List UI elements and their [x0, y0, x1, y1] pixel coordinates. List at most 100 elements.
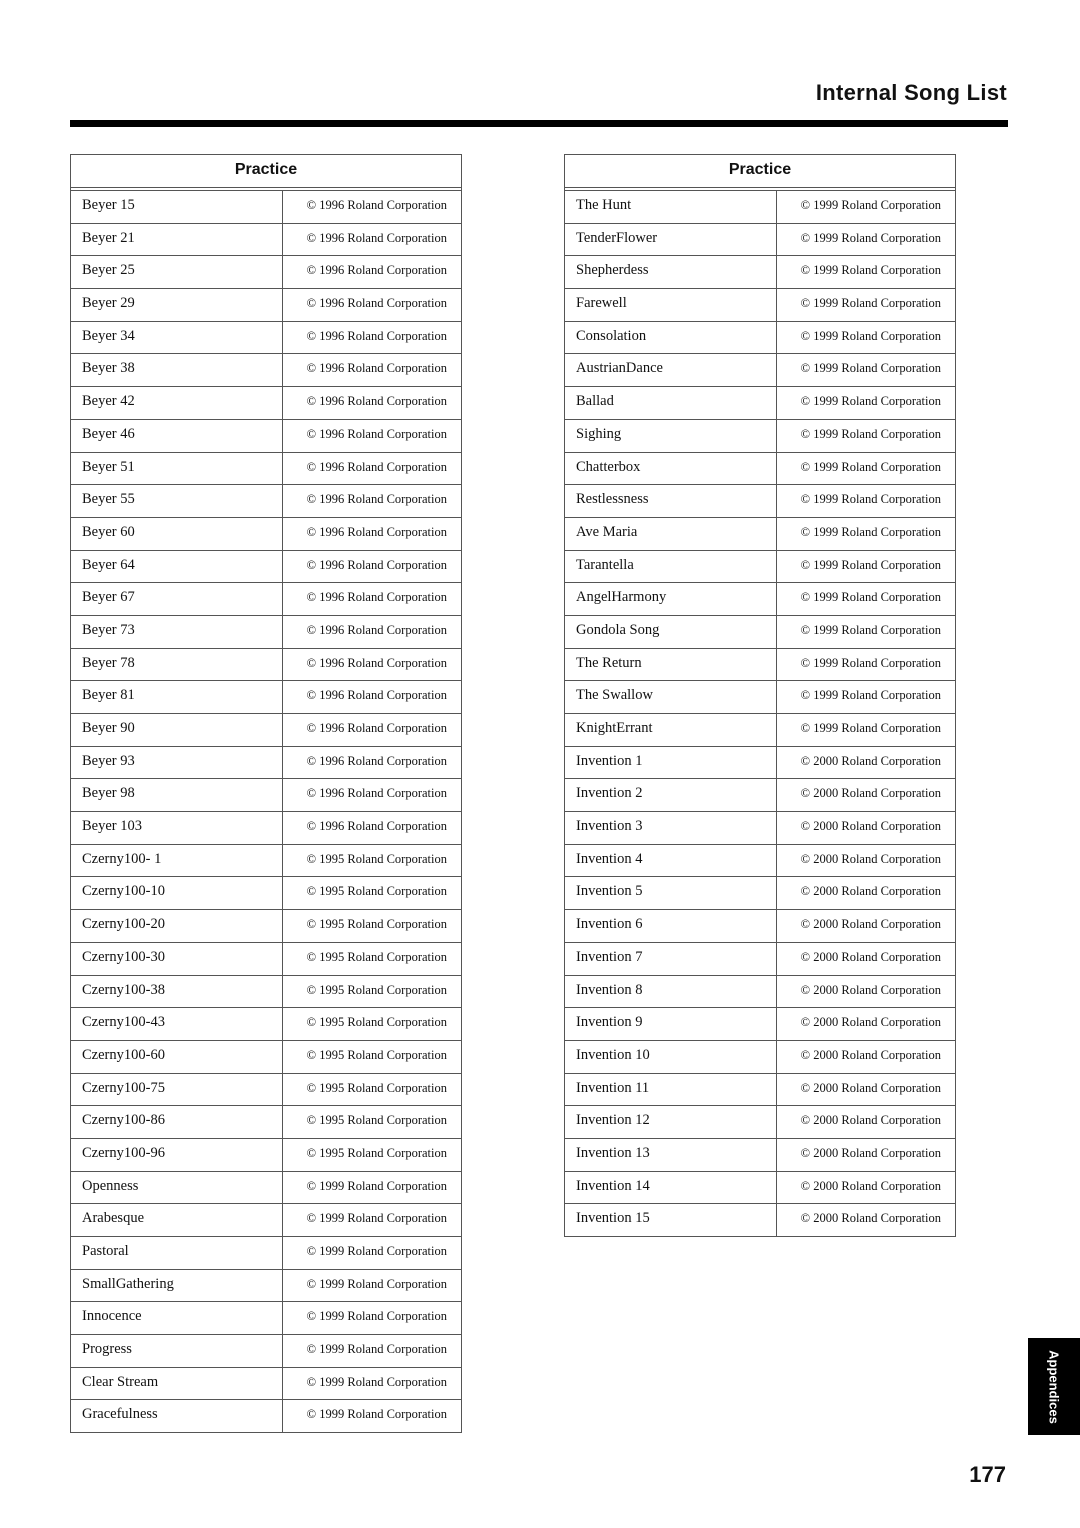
copyright: © 1999 Roland Corporation — [306, 1342, 447, 1357]
table-row: Beyer 60 © 1996 Roland Corporation — [71, 517, 461, 551]
song-name: Invention 8 — [565, 975, 777, 1008]
table-row: Sighing © 1999 Roland Corporation — [565, 419, 955, 453]
table-row: Czerny100-96 © 1995 Roland Corporation — [71, 1138, 461, 1172]
song-name: Invention 7 — [565, 942, 777, 975]
song-name: Invention 6 — [565, 910, 777, 942]
copyright: © 1999 Roland Corporation — [800, 426, 941, 441]
song-name: The Return — [565, 648, 777, 681]
song-table-right: Practice The Hunt © 1999 Roland Corporati… — [564, 154, 956, 1237]
table-row: Czerny100-10 © 1995 Roland Corporation — [71, 877, 461, 911]
table-row: Invention 8 © 2000 Roland Corporation — [565, 975, 955, 1009]
song-name: Sighing — [565, 419, 777, 452]
copyright: © 1995 Roland Corporation — [306, 949, 447, 964]
song-name: Ave Maria — [565, 517, 777, 550]
copyright: © 1995 Roland Corporation — [306, 1047, 447, 1062]
table-row: Gracefulness © 1999 Roland Corporation — [71, 1400, 461, 1434]
copyright: © 1999 Roland Corporation — [800, 296, 941, 311]
table-row: Beyer 103 © 1996 Roland Corporation — [71, 812, 461, 845]
page-title: Internal Song List — [815, 80, 1007, 105]
table-row: Invention 1 © 2000 Roland Corporation — [565, 746, 955, 780]
copyright: © 1999 Roland Corporation — [800, 230, 941, 245]
table-row: Beyer 21 © 1996 Roland Corporation — [71, 223, 461, 257]
table-row: Czerny100-38 © 1995 Roland Corporation — [71, 975, 461, 1009]
table-row: Invention 3 © 2000 Roland Corporation — [565, 812, 955, 845]
copyright: © 1999 Roland Corporation — [800, 492, 941, 507]
copyright: © 2000 Roland Corporation — [800, 1211, 941, 1226]
copyright: © 1999 Roland Corporation — [306, 1276, 447, 1291]
table-row: Beyer 67 © 1996 Roland Corporation — [71, 583, 461, 616]
copyright: © 1995 Roland Corporation — [306, 851, 447, 866]
copyright: © 1999 Roland Corporation — [800, 198, 941, 212]
song-name: Beyer 103 — [71, 812, 283, 844]
copyright: © 1996 Roland Corporation — [306, 263, 447, 278]
copyright: © 2000 Roland Corporation — [800, 982, 941, 997]
song-name: Beyer 64 — [71, 550, 283, 583]
copyright: © 1996 Roland Corporation — [306, 655, 447, 670]
table-row: Czerny100-60 © 1995 Roland Corporation — [71, 1040, 461, 1074]
copyright: © 2000 Roland Corporation — [800, 851, 941, 866]
song-name: Beyer 38 — [71, 354, 283, 387]
table-row: Czerny100-43 © 1995 Roland Corporation — [71, 1008, 461, 1041]
copyright: © 2000 Roland Corporation — [800, 819, 941, 834]
table-row: The Hunt © 1999 Roland Corporation — [565, 191, 955, 224]
table-row: Invention 7 © 2000 Roland Corporation — [565, 942, 955, 976]
song-name: Gondola Song — [565, 615, 777, 648]
song-name: Restlessness — [565, 485, 777, 517]
table-row: Shepherdess © 1999 Roland Corporation — [565, 256, 955, 290]
song-name: Beyer 21 — [71, 223, 283, 256]
copyright: © 2000 Roland Corporation — [800, 884, 941, 899]
copyright: © 2000 Roland Corporation — [800, 753, 941, 768]
table-row: Progress © 1999 Roland Corporation — [71, 1335, 461, 1368]
copyright: © 1996 Roland Corporation — [306, 459, 447, 474]
copyright: © 1995 Roland Corporation — [306, 1015, 447, 1030]
table-row: Beyer 78 © 1996 Roland Corporation — [71, 648, 461, 682]
song-name: Beyer 25 — [71, 256, 283, 289]
table-row: Czerny100-20 © 1995 Roland Corporation — [71, 910, 461, 943]
table-row: AngelHarmony © 1999 Roland Corporation — [565, 583, 955, 616]
song-name: Ballad — [565, 387, 777, 419]
copyright: © 1999 Roland Corporation — [800, 524, 941, 539]
copyright: © 1996 Roland Corporation — [306, 786, 447, 801]
song-name: Consolation — [565, 321, 777, 354]
copyright: © 1999 Roland Corporation — [800, 328, 941, 343]
copyright: © 1999 Roland Corporation — [306, 1244, 447, 1258]
copyright: © 1996 Roland Corporation — [306, 524, 447, 539]
copyright: © 1999 Roland Corporation — [800, 622, 941, 637]
header-rule — [70, 120, 1008, 127]
table-row: KnightErrant © 1999 Roland Corporation — [565, 714, 955, 747]
song-name: SmallGathering — [71, 1269, 283, 1302]
copyright: © 1999 Roland Corporation — [800, 459, 941, 474]
song-name: Innocence — [71, 1302, 283, 1335]
copyright: © 1999 Roland Corporation — [800, 721, 941, 735]
song-name: Czerny100- 1 — [71, 844, 283, 877]
song-name: Czerny100-20 — [71, 910, 283, 942]
copyright: © 1999 Roland Corporation — [800, 394, 941, 409]
copyright: © 2000 Roland Corporation — [800, 1015, 941, 1030]
song-name: Invention 2 — [565, 779, 777, 812]
table-row: Beyer 25 © 1996 Roland Corporation — [71, 256, 461, 290]
table-row: Beyer 29 © 1996 Roland Corporation — [71, 289, 461, 322]
copyright: © 1999 Roland Corporation — [800, 361, 941, 376]
song-name: Czerny100-96 — [71, 1138, 283, 1171]
song-name: Beyer 29 — [71, 289, 283, 321]
table-row: Invention 2 © 2000 Roland Corporation — [565, 779, 955, 813]
table-row: Czerny100-75 © 1995 Roland Corporation — [71, 1073, 461, 1107]
copyright: © 2000 Roland Corporation — [800, 949, 941, 964]
table-row: Consolation © 1999 Roland Corporation — [565, 321, 955, 355]
table-row: Ballad © 1999 Roland Corporation — [565, 387, 955, 420]
copyright: © 1999 Roland Corporation — [306, 1407, 447, 1422]
copyright: © 1996 Roland Corporation — [306, 492, 447, 507]
table-row: Openness © 1999 Roland Corporation — [71, 1171, 461, 1205]
song-name: Beyer 60 — [71, 517, 283, 550]
copyright: © 2000 Roland Corporation — [800, 1178, 941, 1193]
copyright: © 1999 Roland Corporation — [800, 557, 941, 572]
copyright: © 2000 Roland Corporation — [800, 1113, 941, 1128]
appendices-tab: Appendices — [1028, 1338, 1080, 1435]
copyright: © 1996 Roland Corporation — [306, 426, 447, 441]
table-row: Invention 11 © 2000 Roland Corporation — [565, 1073, 955, 1107]
table-row: TenderFlower © 1999 Roland Corporation — [565, 223, 955, 257]
appendices-tab-label: Appendices — [1046, 1349, 1062, 1424]
table-row: Invention 6 © 2000 Roland Corporation — [565, 910, 955, 943]
copyright: © 1996 Roland Corporation — [306, 721, 447, 735]
table-row: Arabesque © 1999 Roland Corporation — [71, 1204, 461, 1237]
